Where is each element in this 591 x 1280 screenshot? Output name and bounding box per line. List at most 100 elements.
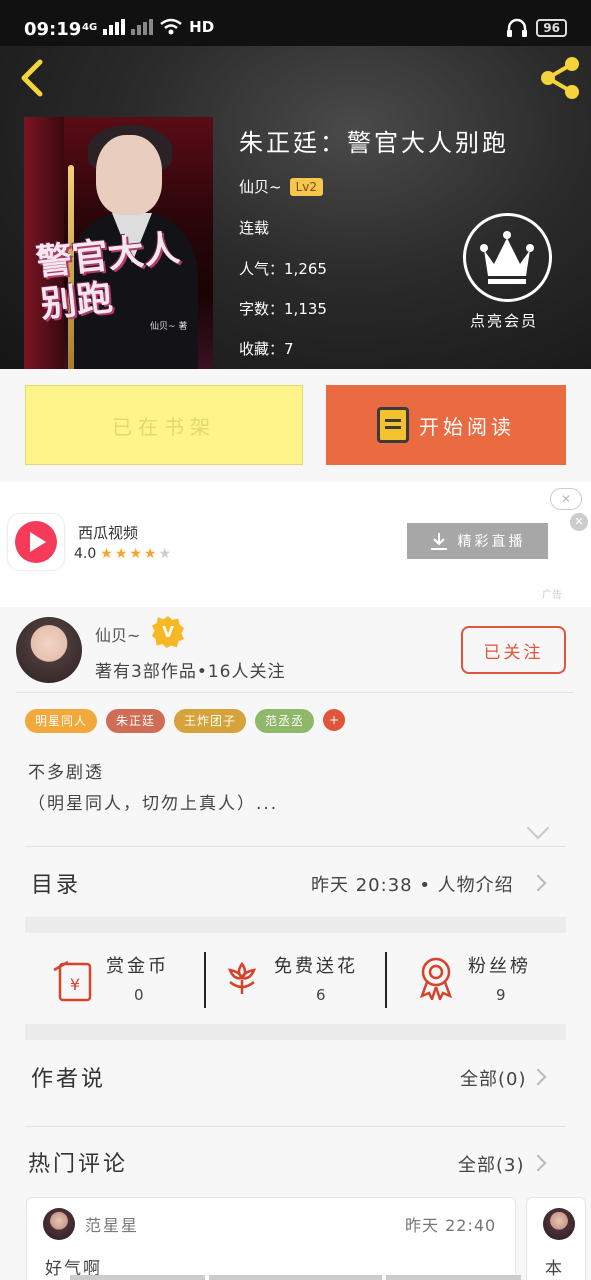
on-shelf-label: 已在书架 — [112, 414, 216, 439]
catalog-title[interactable]: 目录 — [31, 867, 81, 899]
status-right: 96 — [506, 18, 567, 38]
catalog-latest[interactable]: 昨天 20:38 • 人物介绍 — [311, 871, 514, 897]
stat-fan-ranking[interactable]: 粉丝榜 9 — [416, 952, 566, 1008]
signal-4g-icon: 4G — [82, 21, 98, 33]
tag-item[interactable]: 朱正廷 — [106, 709, 166, 733]
back-button[interactable] — [14, 56, 54, 100]
follow-button[interactable]: 已关注 — [461, 626, 566, 674]
cover-author: 仙贝~ 著 — [150, 322, 188, 332]
vip-button[interactable] — [463, 213, 552, 302]
author-stats: 著有3部作品•16人关注 — [95, 662, 286, 682]
comment-text: 本 — [545, 1259, 564, 1279]
hot-comments-title: 热门评论 — [28, 1152, 129, 1177]
stat-reward-coins[interactable]: ¥ 赏金币 0 — [52, 952, 202, 1008]
ad-dismiss-icon[interactable]: ✕ — [570, 513, 588, 531]
ad-app-name: 西瓜视频 — [78, 524, 139, 542]
crown-icon — [480, 231, 534, 284]
intro-line: 不多剧透 — [28, 763, 104, 783]
network-type: HD — [189, 18, 215, 36]
ad-mark: 广告 — [542, 590, 562, 601]
on-shelf-button[interactable]: 已在书架 — [25, 385, 303, 465]
vip-label: 点亮会员 — [470, 312, 539, 330]
stat-value: 0 — [134, 986, 144, 1004]
follow-label: 已关注 — [483, 642, 544, 663]
comment-user[interactable]: 范星星 — [85, 1212, 139, 1236]
divider — [16, 692, 573, 693]
book-title: 朱正廷：警官大人别跑 — [239, 129, 509, 157]
flower-icon — [227, 961, 257, 994]
tag-more-button[interactable]: + — [323, 709, 346, 731]
author-section — [0, 607, 591, 1280]
start-reading-label: 开始阅读 — [419, 414, 515, 439]
scroll-indicator — [70, 1275, 205, 1280]
comment-card[interactable]: 本 — [526, 1197, 586, 1280]
stat-free-flowers[interactable]: 免费送花 6 — [222, 952, 382, 1008]
stat-value: 9 — [496, 986, 506, 1004]
stat-divider — [385, 952, 387, 1008]
stat-value: 6 — [316, 986, 326, 1004]
book-favorites: 收藏：7 — [239, 338, 294, 359]
signal-icons: 4G HD — [82, 18, 214, 36]
tag-list: 明星同人 朱正廷 王炸团子 范丞丞 + — [25, 709, 346, 733]
stat-label: 粉丝榜 — [468, 956, 531, 977]
author-name[interactable]: 仙贝~ — [95, 622, 140, 646]
comment-avatar[interactable] — [543, 1208, 575, 1240]
ad-rating: 4.0 ★★★★★ — [74, 546, 173, 562]
stat-label: 赏金币 — [106, 956, 169, 977]
chevron-left-icon — [21, 59, 43, 97]
cover-figure-face — [96, 135, 162, 215]
book-icon — [377, 407, 409, 443]
download-icon — [430, 533, 447, 550]
tag-item[interactable]: 明星同人 — [25, 709, 98, 733]
divider — [25, 1126, 566, 1127]
red-envelope-icon: ¥ — [53, 960, 92, 1002]
tag-item[interactable]: 王炸团子 — [174, 709, 247, 733]
scroll-indicator — [386, 1275, 521, 1280]
level-badge: Lv2 — [289, 177, 323, 196]
section-divider — [25, 917, 566, 933]
tag-item[interactable]: 范丞丞 — [255, 709, 315, 733]
ad-live-label: 精彩直播 — [457, 534, 526, 550]
book-word-count: 字数：1,135 — [239, 298, 327, 319]
author-row: 仙贝~ Lv2 — [239, 176, 323, 197]
book-header: 09:19 4G HD 96 警官大人别跑 仙贝~ 著 朱正廷：警官大人别跑 仙… — [0, 0, 591, 369]
ad-close-button[interactable]: ✕ — [550, 488, 582, 510]
author-says-all[interactable]: 全部(0) — [460, 1065, 527, 1091]
signal-bars-2-icon — [131, 19, 154, 35]
ad-live-button[interactable]: 精彩直播 — [407, 523, 548, 559]
word-count-label: 字数： — [239, 300, 285, 318]
rating-stars-icon: ★★★★★ — [100, 546, 174, 562]
stat-divider — [204, 952, 206, 1008]
author-says-title: 作者说 — [31, 1067, 107, 1092]
book-intro: 不多剧透 （明星同人，切勿上真人）... — [28, 758, 278, 820]
status-time: 09:19 — [24, 19, 82, 40]
stat-label: 免费送花 — [274, 956, 358, 977]
battery-icon: 96 — [536, 19, 567, 37]
cover-title: 警官大人别跑 — [34, 227, 182, 326]
comment-time: 昨天 22:40 — [405, 1216, 497, 1235]
share-icon — [541, 57, 579, 99]
popularity-value: 1,265 — [284, 260, 327, 278]
wifi-icon — [160, 18, 182, 35]
start-reading-button[interactable]: 开始阅读 — [326, 385, 566, 465]
book-cover[interactable]: 警官大人别跑 仙贝~ 著 — [24, 117, 213, 369]
hot-comments-all[interactable]: 全部(3) — [458, 1151, 525, 1177]
status-bar: 09:19 4G HD 96 — [0, 0, 591, 46]
play-icon — [30, 532, 46, 552]
author-avatar[interactable] — [16, 617, 82, 683]
medal-icon — [419, 957, 453, 1000]
ad-rating-value: 4.0 — [74, 546, 97, 562]
popularity-label: 人气： — [239, 260, 285, 278]
ad-banner[interactable]: 西瓜视频 4.0 ★★★★★ 精彩直播 ✕ ✕ 广告 — [0, 482, 591, 607]
signal-bars-icon — [103, 19, 126, 35]
share-button[interactable] — [536, 54, 584, 102]
comment-avatar[interactable] — [43, 1208, 75, 1240]
favorites-value: 7 — [284, 340, 294, 358]
book-popularity: 人气：1,265 — [239, 258, 327, 279]
comment-card[interactable]: 范星星 昨天 22:40 好气啊 — [26, 1197, 516, 1280]
favorites-label: 收藏： — [239, 340, 285, 358]
book-status: 连载 — [239, 219, 270, 237]
ad-app-icon — [8, 514, 64, 570]
svg-text:¥: ¥ — [70, 975, 80, 994]
book-author[interactable]: 仙贝~ — [239, 176, 282, 197]
